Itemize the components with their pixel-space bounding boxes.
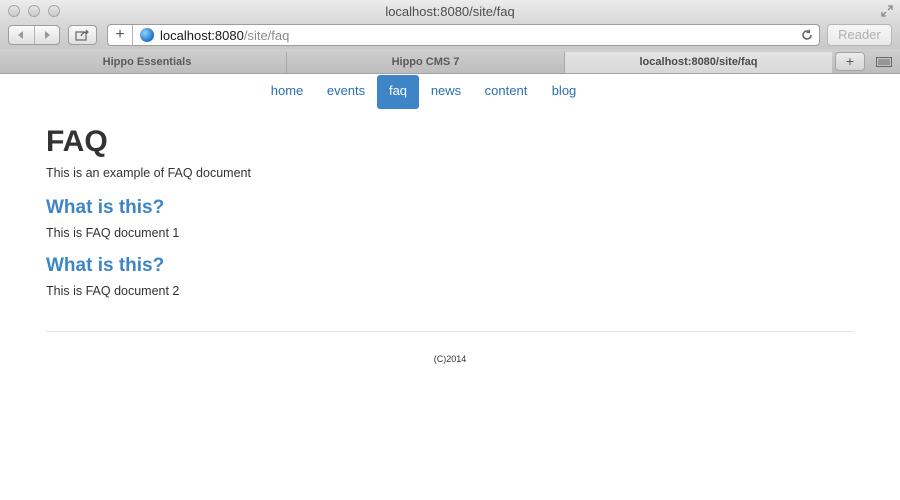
history-nav [8,25,60,45]
share-button[interactable] [68,25,97,45]
reload-icon[interactable] [799,27,815,43]
nav-faq[interactable]: faq [377,75,419,109]
reader-button[interactable]: Reader [827,24,892,46]
nav-blog[interactable]: blog [546,75,582,109]
url-host: localhost:8080 [160,28,244,43]
nav-home[interactable]: home [266,75,308,109]
faq-answer: This is FAQ document 1 [46,226,180,240]
tab-hippo-essentials[interactable]: Hippo Essentials [8,52,286,73]
footer-copyright: (C)2014 [433,354,467,364]
globe-icon [140,28,154,42]
faq-question[interactable]: What is this? [46,255,854,277]
tab-hippo-cms[interactable]: Hippo CMS 7 [286,52,564,73]
forward-button[interactable] [35,26,60,44]
back-arrow-icon [18,31,24,39]
url-path: /site/faq [243,28,290,43]
browser-toolbar: + localhost:8080/site/faq Reader [0,22,900,49]
fullscreen-icon[interactable] [880,4,894,18]
tab-site-faq[interactable]: localhost:8080/site/faq [564,52,832,73]
back-button[interactable] [9,26,35,44]
new-tab-button[interactable]: + [835,52,865,71]
add-bookmark-button[interactable]: + [108,25,133,45]
forward-arrow-icon [44,31,50,39]
tab-overview-icon [876,56,892,67]
nav-content[interactable]: content [480,75,532,109]
tab-overview-button[interactable] [870,52,898,71]
nav-news[interactable]: news [426,75,466,109]
footer-divider [46,331,854,332]
window-titlebar: localhost:8080/site/faq [0,0,900,22]
faq-item: What is this? This is FAQ document 1 [46,197,854,241]
nav-events[interactable]: events [322,75,370,109]
faq-question[interactable]: What is this? [46,197,854,219]
main-content: FAQ This is an example of FAQ document W… [46,118,854,313]
page-title: FAQ [46,125,108,158]
faq-item: What is this? This is FAQ document 2 [46,255,854,299]
faq-answer: This is FAQ document 2 [46,284,180,298]
intro-text: This is an example of FAQ document [46,166,251,180]
window-title: localhost:8080/site/faq [385,4,515,19]
tab-bar: Hippo Essentials Hippo CMS 7 localhost:8… [0,49,900,74]
site-nav: home events faq news content blog [0,75,900,109]
share-icon [74,29,89,41]
address-bar[interactable]: + localhost:8080/site/faq [107,24,820,46]
url-text[interactable]: localhost:8080/site/faq [160,28,289,43]
